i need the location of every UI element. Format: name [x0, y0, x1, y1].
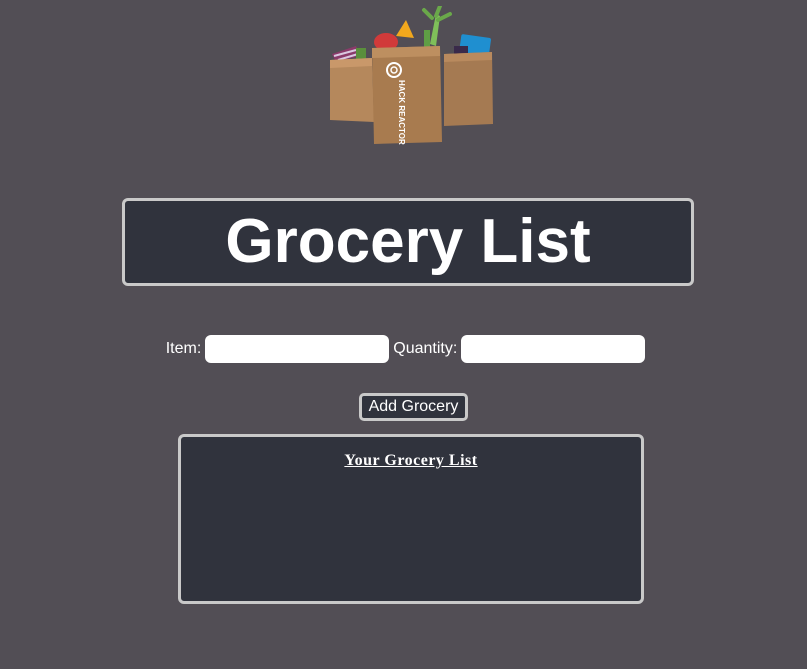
title-banner: Grocery List	[122, 198, 694, 286]
grocery-bags-icon: HACK REACTOR	[330, 6, 493, 145]
item-input[interactable]	[205, 335, 390, 363]
grocery-list-panel: Your Grocery List	[178, 434, 644, 604]
grocery-page: HACK REACTOR Grocery List Item: Quantity…	[0, 0, 807, 669]
grocery-form: Item: Quantity:	[0, 334, 807, 364]
page-title: Grocery List	[225, 207, 591, 276]
item-label: Item:	[165, 340, 202, 357]
add-grocery-button[interactable]: Add Grocery	[359, 393, 468, 421]
grocery-list-title: Your Grocery List	[344, 452, 478, 469]
quantity-input[interactable]	[461, 335, 646, 363]
bag-logo-text: HACK REACTOR	[397, 80, 406, 145]
quantity-label: Quantity:	[393, 340, 458, 357]
